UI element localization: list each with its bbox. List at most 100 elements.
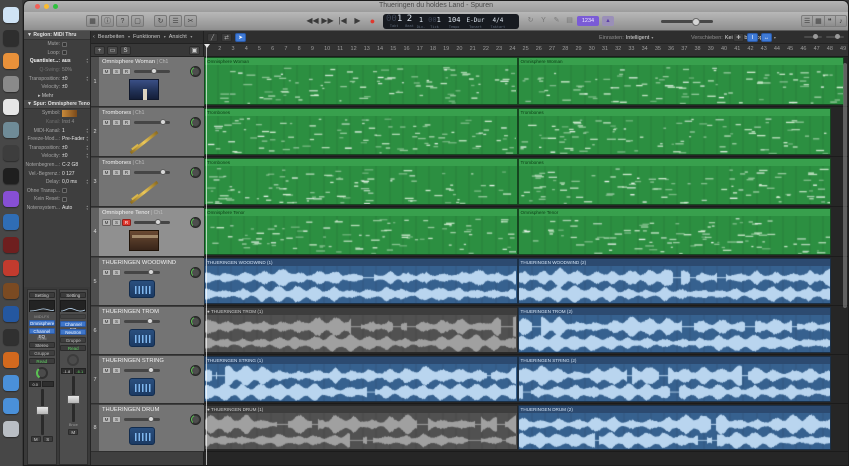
param-value[interactable]: 1 — [62, 128, 65, 134]
move-tool-icon[interactable]: ✚ — [733, 33, 744, 42]
pointer-tool-button[interactable]: ➤ — [235, 33, 246, 42]
lcd-display[interactable]: 001 Takt 2 Beat 1 Div. 001 Tick 104 Temp… — [383, 14, 519, 29]
param-value[interactable]: Pre-Fader — [62, 136, 85, 142]
record-enable-button[interactable]: R — [122, 169, 131, 176]
audio-region[interactable]: ● THUERINGEN DRUM (1) — [204, 405, 518, 450]
param-value[interactable]: ±0 — [62, 153, 68, 159]
playhead-line[interactable] — [206, 44, 207, 465]
dock-app-icon[interactable] — [3, 398, 19, 414]
solo-button[interactable]: S — [112, 269, 121, 276]
flex-tool-icon[interactable]: ⇄ — [221, 33, 232, 42]
bar-ruler[interactable]: 2 3 4 5 6 7 8 9 10 11 12 13 14 15 16 17 18 19 20 21 22 23 24 25… — [204, 44, 848, 57]
master-volume-slider[interactable] — [661, 18, 713, 26]
hide-library-chevron[interactable]: ‹ — [93, 34, 95, 40]
volume-knob[interactable] — [150, 68, 157, 74]
dock-app-icon[interactable] — [3, 260, 19, 276]
menu-funktionen[interactable]: Funktionen ▾ — [133, 34, 166, 40]
plugin-slot[interactable]: Channel EQ — [60, 321, 87, 332]
forward-button[interactable]: ▶▶ — [321, 15, 334, 27]
lcd-tempo[interactable]: 104 Tempo — [448, 15, 461, 29]
track-volume-slider[interactable] — [124, 367, 160, 373]
tuner-icon[interactable]: Y — [537, 15, 550, 27]
audio-region[interactable]: THUERINGEN STRING (2) — [517, 356, 832, 402]
text-tool-button[interactable]: I — [747, 33, 758, 42]
record-enable-button[interactable]: R — [122, 68, 131, 75]
audio-region[interactable]: THUERINGEN DRUM (2) — [517, 405, 832, 450]
track-pan-knob[interactable] — [190, 267, 201, 278]
solo-button[interactable]: S — [112, 219, 121, 226]
automation-tool-icon[interactable]: ╱ — [207, 33, 218, 42]
midi-region[interactable]: Omnisphere Woman — [517, 57, 845, 105]
audio-region[interactable]: THUERINGEN WOODWIND (1) — [204, 258, 518, 304]
midi-region[interactable]: Trombones — [517, 158, 832, 205]
dock-app-icon[interactable] — [3, 306, 19, 322]
midi-region[interactable]: Trombones — [204, 158, 518, 205]
mute-button[interactable]: M — [102, 318, 111, 325]
dock-app-icon[interactable] — [3, 375, 19, 391]
strip-solo-button[interactable]: S — [42, 436, 53, 442]
param-value[interactable]: ±0 — [62, 84, 68, 90]
inspector-param-track-7[interactable]: Vel.-Begrenz.: 0 127 — [24, 169, 90, 178]
mute-button[interactable]: M — [102, 269, 111, 276]
pan-knob[interactable] — [67, 354, 80, 366]
play-button[interactable]: ▶ — [351, 15, 364, 27]
track-pan-knob[interactable] — [190, 66, 201, 77]
track-symbol-image[interactable] — [62, 109, 77, 117]
dock-app-icon[interactable] — [3, 421, 19, 437]
horizontal-zoom-slider[interactable] — [804, 34, 822, 39]
stepper-icon[interactable]: ▴ ▾ — [86, 136, 88, 142]
group-slot[interactable]: Gruppe — [28, 350, 55, 356]
track-header-6[interactable]: 6 THUERINGEN TROM M S — [91, 307, 204, 355]
disclosure-label[interactable]: ▸ Mehr — [38, 93, 53, 99]
param-value[interactable]: ±0 — [62, 145, 68, 151]
volume-knob[interactable] — [146, 318, 153, 324]
pencil-icon[interactable]: ✎ — [550, 15, 563, 27]
quick-help-icon[interactable]: ? — [116, 15, 129, 27]
menu-ansicht[interactable]: Ansicht ▾ — [169, 34, 193, 40]
track-header-8[interactable]: 8 THUERINGEN DRUM M S — [91, 405, 204, 452]
region-inspector-header[interactable]: ▼ Region: MIDI Thru — [24, 31, 90, 40]
inspector-param-track-8[interactable]: Delay: 0,0 ms ▴ ▾ — [24, 178, 90, 187]
audio-region[interactable]: THUERINGEN TROM (2) — [517, 307, 832, 353]
volume-knob[interactable] — [148, 367, 154, 373]
pan-knob[interactable] — [35, 367, 48, 379]
track-pan-knob[interactable] — [190, 365, 201, 376]
mute-button[interactable]: M — [102, 367, 111, 374]
inspector-icon[interactable]: ⓘ — [101, 15, 114, 27]
track-volume-slider[interactable] — [134, 219, 170, 225]
dock-app-icon[interactable] — [3, 30, 19, 46]
vertical-scrollbar[interactable] — [843, 63, 847, 308]
solo-button[interactable]: S — [112, 367, 121, 374]
track-pan-knob[interactable] — [190, 117, 201, 128]
volume-fader[interactable] — [63, 376, 83, 422]
toolbar-toggle-icon[interactable]: ▢ — [131, 15, 144, 27]
zoom-slider-knob[interactable] — [835, 34, 840, 39]
go-to-start-button[interactable]: |◀ — [336, 15, 349, 27]
volume-knob[interactable] — [148, 416, 154, 422]
dock-app-icon[interactable] — [3, 168, 19, 184]
group-slot[interactable]: Gruppe — [60, 337, 87, 343]
track-volume-slider[interactable] — [134, 119, 170, 125]
track-header-4[interactable]: 4 Omnisphere Tenor | Ch1 M S R — [91, 208, 204, 257]
stepper-icon[interactable]: ▴ ▾ — [86, 153, 88, 159]
inspector-param-track-4[interactable]: Transposition: ±0 ▴ ▾ — [24, 144, 90, 153]
mute-button[interactable]: M — [102, 68, 111, 75]
global-solo-button[interactable]: S — [120, 45, 131, 55]
param-value[interactable]: 50% — [62, 67, 72, 73]
param-value[interactable]: aus — [62, 58, 71, 64]
track-volume-slider[interactable] — [124, 416, 160, 422]
track-volume-slider[interactable] — [124, 269, 160, 275]
param-value[interactable]: Auto — [62, 205, 72, 211]
list-editors-icon[interactable]: ☰ — [802, 16, 814, 26]
eq-thumbnail[interactable] — [28, 300, 55, 312]
output-slot[interactable]: Stereo — [28, 342, 55, 348]
dock-app-icon[interactable] — [3, 352, 19, 368]
track-pan-knob[interactable] — [190, 316, 201, 327]
catch-playhead-button[interactable]: ▣ — [189, 45, 200, 55]
stepper-icon[interactable]: ▴ ▾ — [86, 58, 88, 64]
stepper-icon[interactable]: ▴ ▾ — [86, 127, 88, 134]
lcd-key[interactable]: E-Dur Tonart — [466, 15, 484, 29]
volume-knob[interactable] — [155, 219, 162, 225]
inspector-param-region-1[interactable]: Loop: — [24, 49, 90, 58]
mixer-icon[interactable]: ☰ — [169, 15, 182, 27]
